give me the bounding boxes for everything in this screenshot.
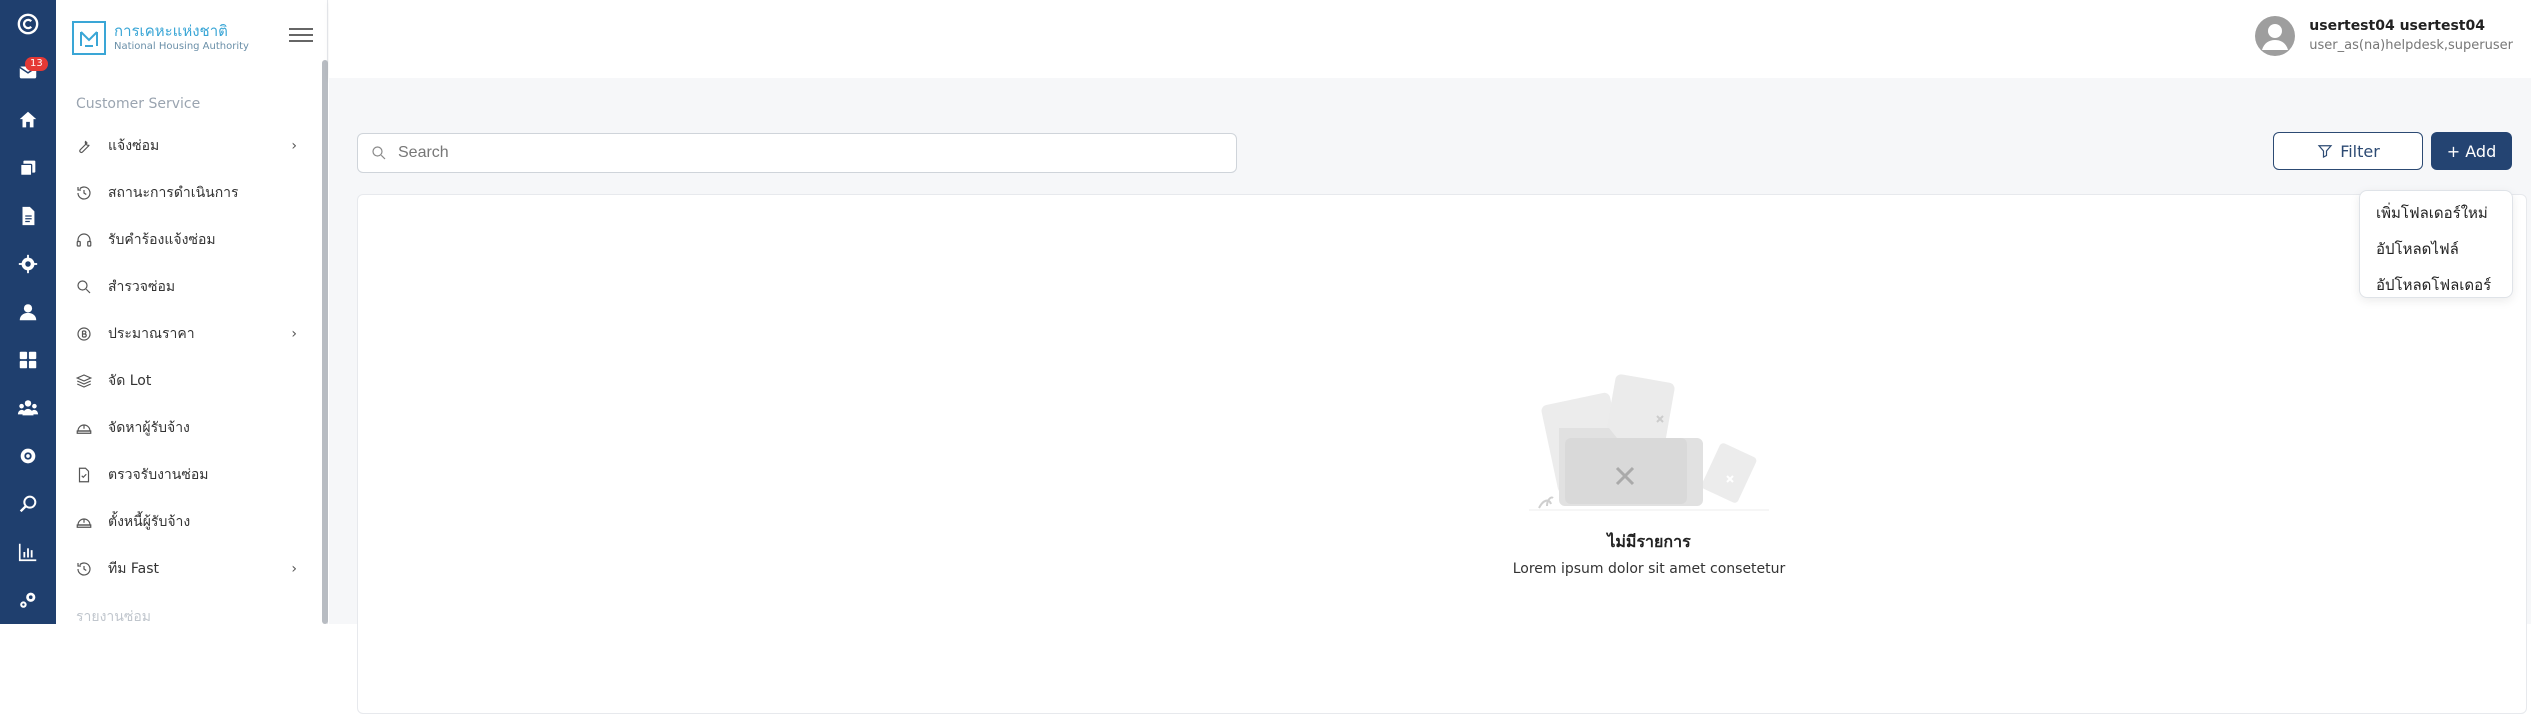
document-check-icon	[74, 465, 94, 485]
dashboard-icon[interactable]	[0, 336, 56, 384]
sidebar-item-label: สถานะการดำเนินการ	[108, 182, 239, 204]
avatar	[2255, 16, 2295, 56]
chevron-right-icon: ›	[291, 326, 297, 342]
file-icon[interactable]	[0, 192, 56, 240]
documents-icon[interactable]	[0, 144, 56, 192]
top-header: usertest04 usertest04 user_as(na)helpdes…	[329, 0, 2531, 78]
mail-icon[interactable]: 13	[0, 48, 56, 96]
home-icon[interactable]	[0, 96, 56, 144]
team-icon[interactable]	[0, 384, 56, 432]
content-panel	[357, 194, 2527, 714]
add-button[interactable]: + Add	[2431, 132, 2512, 170]
user-name: usertest04 usertest04	[2309, 16, 2513, 36]
history-icon	[74, 183, 94, 203]
sidebar-item-label: รับคำร้องแจ้งซ่อม	[108, 229, 216, 251]
sidebar-item-label: ประมาณราคา	[108, 323, 195, 345]
menu-item-upload-folder[interactable]: อัปโหลดโฟลเดอร์	[2360, 267, 2512, 303]
sidebar-item-label: แจ้งซ่อม	[108, 135, 159, 157]
icon-rail: 13	[0, 0, 56, 624]
tools-icon[interactable]	[0, 576, 56, 624]
wrench-icon	[74, 136, 94, 156]
empty-state-title: ไม่มีรายการ	[1499, 530, 1799, 555]
section-title: Customer Service	[76, 96, 327, 112]
sidebar-item-survey[interactable]: สำรวจซ่อม	[56, 263, 327, 310]
sidebar-item-inspect[interactable]: ตรวจรับงานซ่อม	[56, 451, 327, 498]
menu-item-new-folder[interactable]: เพิ่มโฟลเดอร์ใหม่	[2360, 195, 2512, 231]
main-content: Filter + Add เพิ่มโฟลเดอร์ใหม่ อัปโหลดไฟ…	[329, 78, 2531, 624]
brand[interactable]: การเคหะแห่งชาติ National Housing Authori…	[56, 0, 327, 75]
empty-state-description: Lorem ipsum dolor sit amet consetetur	[1499, 561, 1799, 577]
chevron-right-icon: ›	[291, 138, 297, 154]
search-icon[interactable]	[0, 480, 56, 528]
search-box[interactable]	[357, 133, 1237, 173]
helmet-icon	[74, 418, 94, 438]
sidebar-item-lot[interactable]: จัด Lot	[56, 357, 327, 404]
sidebar-item-contractor[interactable]: จัดหาผู้รับจ้าง	[56, 404, 327, 451]
helmet-icon	[74, 512, 94, 532]
gear-icon[interactable]	[0, 240, 56, 288]
baht-icon	[74, 324, 94, 344]
empty-state: ไม่มีรายการ Lorem ipsum dolor sit amet c…	[1499, 368, 1799, 577]
sidebar-item-estimate[interactable]: ประมาณราคา ›	[56, 310, 327, 357]
sidebar-scrollbar[interactable]	[322, 60, 328, 624]
filter-button[interactable]: Filter	[2273, 132, 2423, 170]
sidebar-item-label: ทีม Fast	[108, 558, 159, 580]
user-role: user_as(na)helpdesk,superuser	[2309, 36, 2513, 56]
sidebar-item-status[interactable]: สถานะการดำเนินการ	[56, 169, 327, 216]
search-icon	[74, 277, 94, 297]
user-profile[interactable]: usertest04 usertest04 user_as(na)helpdes…	[2255, 16, 2513, 56]
sidebar-item-label: สำรวจซ่อม	[108, 276, 175, 298]
sidebar-item-label: ตั้งหนี้ผู้รับจ้าง	[108, 511, 190, 533]
user-icon[interactable]	[0, 288, 56, 336]
sidebar-item-label: ตรวจรับงานซ่อม	[108, 464, 209, 486]
clock-icon	[74, 559, 94, 579]
sidebar: การเคหะแห่งชาติ National Housing Authori…	[56, 0, 328, 624]
settings-icon[interactable]	[0, 432, 56, 480]
empty-folder-illustration	[1529, 368, 1769, 518]
menu-toggle-icon[interactable]	[289, 24, 313, 44]
sidebar-item-label: จัด Lot	[108, 370, 151, 392]
search-icon	[370, 144, 388, 162]
app-logo-icon[interactable]	[0, 0, 56, 48]
sidebar-item-label: จัดหาผู้รับจ้าง	[108, 417, 190, 439]
menu-item-upload-file[interactable]: อัปโหลดไฟล์	[2360, 231, 2512, 267]
search-input[interactable]	[398, 144, 1218, 162]
filter-icon	[2316, 142, 2334, 160]
add-dropdown-menu: เพิ่มโฟลเดอร์ใหม่ อัปโหลดไฟล์ อัปโหลดโฟล…	[2359, 190, 2513, 298]
layers-icon	[74, 371, 94, 391]
brand-name-thai: การเคหะแห่งชาติ	[114, 22, 249, 40]
notification-badge: 13	[25, 57, 48, 71]
nha-logo-icon	[72, 21, 106, 55]
sidebar-item-contractor-debt[interactable]: ตั้งหนี้ผู้รับจ้าง	[56, 498, 327, 545]
filter-button-label: Filter	[2340, 142, 2380, 161]
chevron-right-icon: ›	[291, 561, 297, 577]
sidebar-item-fast-team[interactable]: ทีม Fast ›	[56, 545, 327, 592]
sidebar-item-receive-requests[interactable]: รับคำร้องแจ้งซ่อม	[56, 216, 327, 263]
brand-name-english: National Housing Authority	[114, 40, 249, 53]
headset-icon	[74, 230, 94, 250]
sidebar-item-repair-request[interactable]: แจ้งซ่อม ›	[56, 122, 327, 169]
chart-icon[interactable]	[0, 528, 56, 576]
section-title-reports: รายงานซ่อม	[76, 606, 327, 628]
